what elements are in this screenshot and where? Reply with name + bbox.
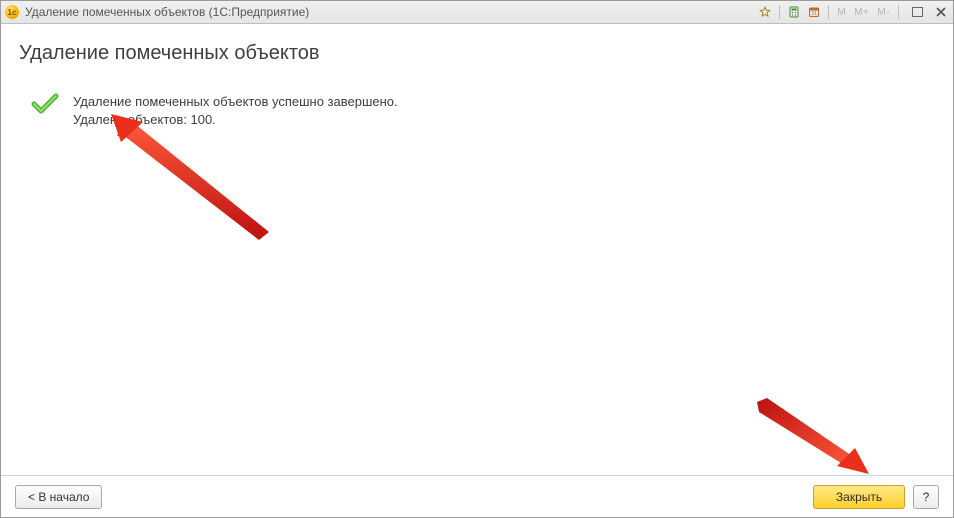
annotation-arrow-top: [109, 112, 279, 242]
success-text: Удаление помеченных объектов успешно зав…: [73, 93, 398, 128]
annotation-arrow-bottom: [751, 396, 871, 482]
content-area: Удаление помеченных объектов Удаление по…: [1, 24, 953, 475]
titlebar-toolbar: 31 M M+ M-: [757, 4, 949, 20]
checkmark-icon: [31, 93, 59, 115]
success-line-2: Удалено объектов: 100.: [73, 111, 398, 129]
footer: < В начало Закрыть ?: [1, 475, 953, 517]
calendar-icon[interactable]: 31: [806, 4, 822, 20]
svg-text:31: 31: [812, 11, 818, 17]
memory-m-plus-label[interactable]: M+: [852, 7, 871, 18]
page-title: Удаление помеченных объектов: [19, 42, 935, 65]
window: 1c Удаление помеченных объектов (1С:Пред…: [0, 0, 954, 518]
window-title: Удаление помеченных объектов (1С:Предпри…: [25, 5, 309, 19]
app-icon: 1c: [5, 5, 19, 19]
memory-m-label[interactable]: M: [835, 7, 848, 18]
maximize-icon[interactable]: [909, 5, 925, 19]
success-message: Удаление помеченных объектов успешно зав…: [31, 93, 935, 128]
close-icon[interactable]: [933, 5, 949, 19]
calculator-icon[interactable]: [786, 4, 802, 20]
memory-m-minus-label[interactable]: M-: [875, 7, 892, 18]
titlebar: 1c Удаление помеченных объектов (1С:Пред…: [1, 1, 953, 24]
help-button[interactable]: ?: [913, 485, 939, 509]
success-line-1: Удаление помеченных объектов успешно зав…: [73, 93, 398, 111]
favorites-icon[interactable]: [757, 4, 773, 20]
close-button[interactable]: Закрыть: [813, 485, 905, 509]
back-button[interactable]: < В начало: [15, 485, 102, 509]
